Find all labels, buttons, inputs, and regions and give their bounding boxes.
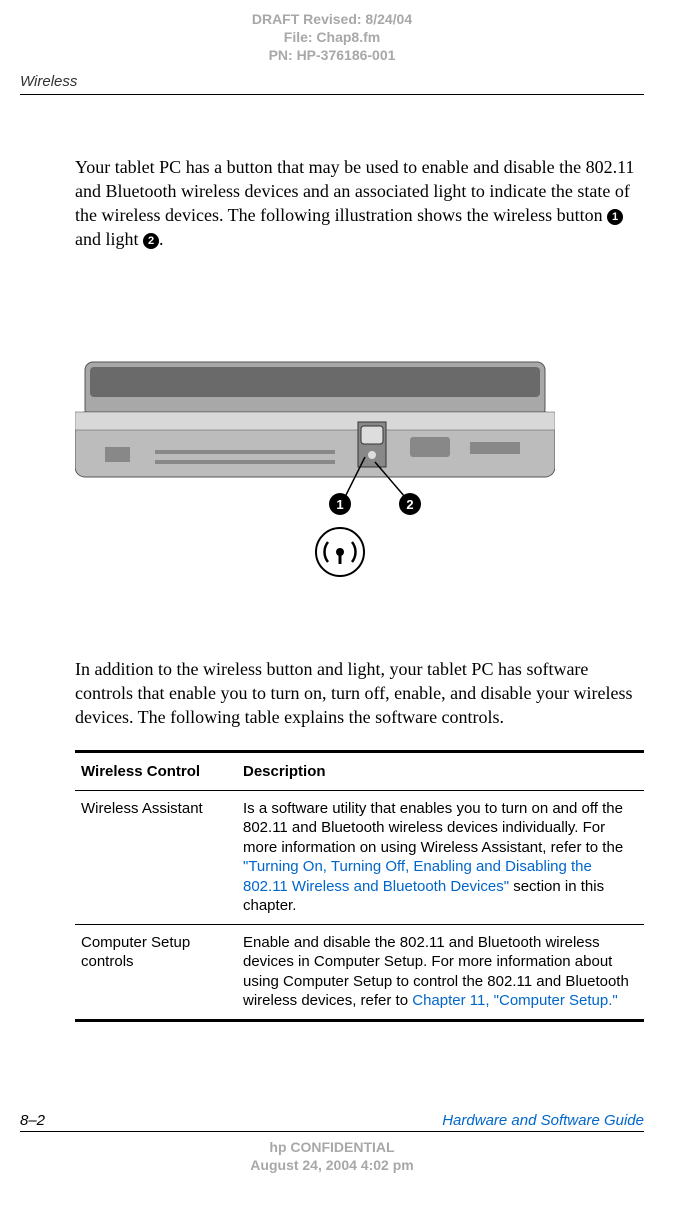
callout-number-2: 2 [143, 233, 159, 249]
confidential-line-1: hp CONFIDENTIAL [20, 1138, 644, 1156]
table-header-control: Wireless Control [75, 751, 237, 790]
cell-description: Enable and disable the 802.11 and Blueto… [237, 924, 644, 1020]
cell-control: Wireless Assistant [75, 790, 237, 924]
confidential-line-2: August 24, 2004 4:02 pm [20, 1156, 644, 1174]
table-row: Wireless Assistant Is a software utility… [75, 790, 644, 924]
para1-pre: Your tablet PC has a button that may be … [75, 157, 634, 226]
desc-pre: Is a software utility that enables you t… [243, 800, 623, 856]
cell-description: Is a software utility that enables you t… [237, 790, 644, 924]
draft-line-2: File: Chap8.fm [20, 28, 644, 46]
page-number: 8–2 [20, 1112, 45, 1129]
guide-title: Hardware and Software Guide [442, 1112, 644, 1129]
cross-reference-link[interactable]: Chapter 11, "Computer Setup." [412, 992, 617, 1009]
draft-line-3: PN: HP-376186-001 [20, 46, 644, 64]
intro-paragraph-1: Your tablet PC has a button that may be … [75, 155, 644, 252]
software-controls-table: Wireless Control Description Wireless As… [75, 750, 644, 1022]
running-header: Wireless [20, 65, 644, 95]
laptop-svg: 1 2 [75, 352, 555, 582]
draft-line-1: DRAFT Revised: 8/24/04 [20, 10, 644, 28]
para1-mid: and light [75, 229, 143, 249]
callout-number-1: 1 [607, 209, 623, 225]
draft-header: DRAFT Revised: 8/24/04 File: Chap8.fm PN… [20, 10, 644, 65]
svg-text:2: 2 [406, 497, 413, 512]
table-row: Computer Setup controls Enable and disab… [75, 924, 644, 1020]
cell-control: Computer Setup controls [75, 924, 237, 1020]
page-footer: 8–2 Hardware and Software Guide [20, 1112, 644, 1132]
table-header-description: Description [237, 751, 644, 790]
confidential-footer: hp CONFIDENTIAL August 24, 2004 4:02 pm [20, 1138, 644, 1174]
para1-post: . [159, 229, 164, 249]
svg-text:1: 1 [336, 497, 343, 512]
page-container: DRAFT Revised: 8/24/04 File: Chap8.fm PN… [0, 0, 674, 1194]
tablet-pc-illustration: 1 2 [75, 352, 644, 587]
intro-paragraph-2: In addition to the wireless button and l… [75, 657, 644, 730]
